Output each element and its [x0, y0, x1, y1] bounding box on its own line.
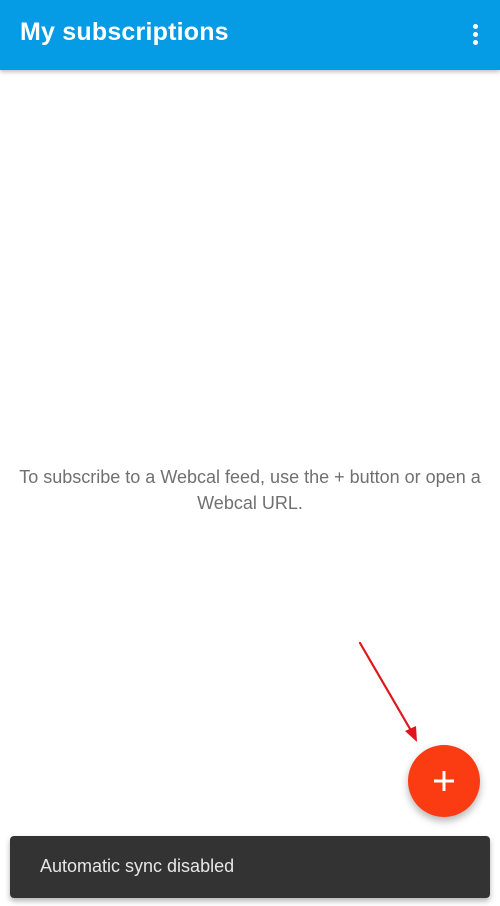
red-arrow-icon	[358, 641, 417, 742]
app-bar: My subscriptions	[0, 0, 500, 70]
snackbar: Automatic sync disabled	[10, 836, 490, 898]
app-title: My subscriptions	[20, 18, 229, 46]
add-subscription-button[interactable]	[408, 745, 480, 817]
snackbar-message: Automatic sync disabled	[40, 856, 235, 876]
empty-state-message: To subscribe to a Webcal feed, use the +…	[19, 467, 481, 513]
plus-icon	[434, 771, 454, 791]
more-vert-icon[interactable]	[464, 15, 488, 55]
app-screen: My subscriptions To subscribe to a Webca…	[0, 0, 500, 906]
